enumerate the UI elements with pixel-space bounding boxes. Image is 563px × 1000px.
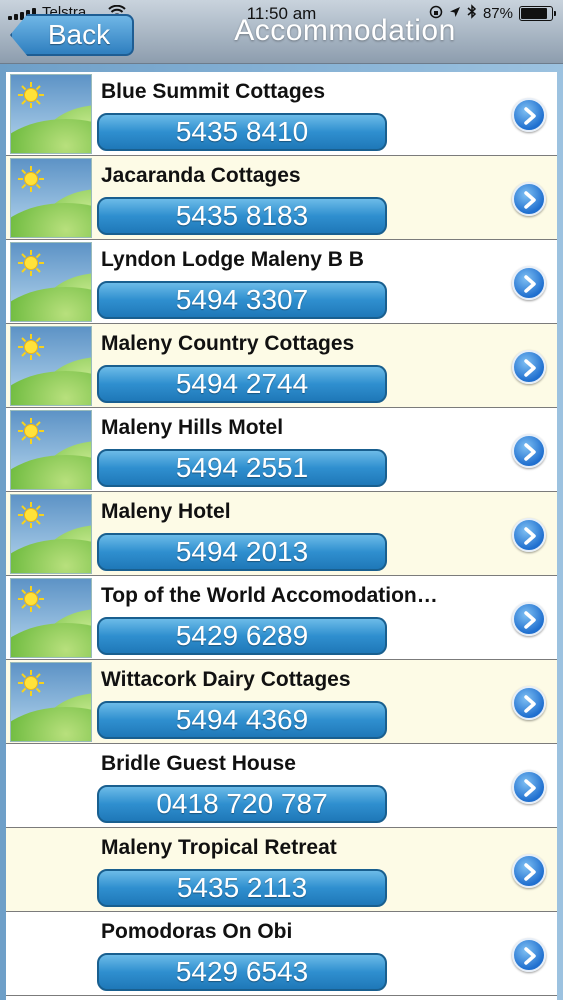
chevron-right-circle-icon[interactable]	[512, 350, 546, 384]
accommodation-name: Maleny Country Cottages	[101, 332, 355, 355]
phone-call-button[interactable]: 5429 6289	[97, 617, 387, 655]
landscape-placeholder-icon	[10, 494, 92, 574]
phone-call-button[interactable]: 5494 2551	[97, 449, 387, 487]
landscape-placeholder-icon	[10, 662, 92, 742]
chevron-right-circle-icon[interactable]	[512, 518, 546, 552]
chevron-right-circle-icon[interactable]	[512, 602, 546, 636]
accommodation-name: Maleny Hotel	[101, 500, 231, 523]
accommodation-name: Maleny Hills Motel	[101, 416, 284, 439]
phone-call-button[interactable]: 5494 4369	[97, 701, 387, 739]
phone-call-button[interactable]: 5494 2744	[97, 365, 387, 403]
phone-call-button[interactable]: 5435 8183	[97, 197, 387, 235]
list-item[interactable]: Maleny Hotel 5494 2013	[6, 492, 557, 576]
battery-level	[521, 8, 548, 19]
back-button[interactable]: Back	[10, 14, 134, 56]
list-item[interactable]: Lyndon Lodge Maleny B B 5494 3307	[6, 240, 557, 324]
chevron-right-circle-icon[interactable]	[512, 434, 546, 468]
phone-call-button[interactable]: 0418 720 787	[97, 785, 387, 823]
list-item[interactable]: Maleny Hills Motel 5494 2551	[6, 408, 557, 492]
landscape-placeholder-icon	[10, 578, 92, 658]
page-title: Accommodation	[234, 14, 456, 47]
chevron-right-circle-icon[interactable]	[512, 854, 546, 888]
landscape-placeholder-icon	[10, 410, 92, 490]
list-item[interactable]: Maleny Country Cottages 5494 2744	[6, 324, 557, 408]
list-item[interactable]: Top of the World Accomodation… 5429 6289	[6, 576, 557, 660]
accommodation-list[interactable]: Blue Summit Cottages 5435 8410 Jacaranda C…	[6, 72, 557, 1000]
chevron-right-circle-icon[interactable]	[512, 938, 546, 972]
landscape-placeholder-icon	[10, 74, 92, 154]
phone-call-button[interactable]: 5494 2013	[97, 533, 387, 571]
accommodation-name: Top of the World Accomodation…	[101, 584, 438, 607]
accommodation-name: Jacaranda Cottages	[101, 164, 301, 187]
phone-call-button[interactable]: 5435 8410	[97, 113, 387, 151]
chevron-right-circle-icon[interactable]	[512, 266, 546, 300]
phone-call-button[interactable]: 5435 2113	[97, 869, 387, 907]
phone-call-button[interactable]: 5494 3307	[97, 281, 387, 319]
accommodation-name: Maleny Tropical Retreat	[101, 836, 337, 859]
list-item[interactable]: Jacaranda Cottages 5435 8183	[6, 156, 557, 240]
accommodation-name: Pomodoras On Obi	[101, 920, 293, 943]
list-item[interactable]: Blue Summit Cottages 5435 8410	[6, 72, 557, 156]
accommodation-name: Wittacork Dairy Cottages	[101, 668, 351, 691]
list-item[interactable]: Wittacork Dairy Cottages 5494 4369	[6, 660, 557, 744]
chevron-right-circle-icon[interactable]	[512, 686, 546, 720]
landscape-placeholder-icon	[10, 158, 92, 238]
accommodation-name: Blue Summit Cottages	[101, 80, 326, 103]
chevron-right-circle-icon[interactable]	[512, 770, 546, 804]
landscape-placeholder-icon	[10, 242, 92, 322]
chevron-right-circle-icon[interactable]	[512, 98, 546, 132]
list-item[interactable]: Pomodoras On Obi 5429 6543	[6, 912, 557, 996]
accommodation-name: Bridle Guest House	[101, 752, 296, 775]
landscape-placeholder-icon	[10, 326, 92, 406]
accommodation-name: Lyndon Lodge Maleny B B	[101, 248, 364, 271]
list-item[interactable]: Bridle Guest House 0418 720 787	[6, 744, 557, 828]
battery-icon	[519, 6, 556, 21]
phone-call-button[interactable]: 5429 6543	[97, 953, 387, 991]
navigation-bar: Telstra 11:50 am 87% Back Accommodation	[0, 0, 563, 64]
chevron-right-circle-icon[interactable]	[512, 182, 546, 216]
list-item[interactable]: Maleny Tropical Retreat 5435 2113	[6, 828, 557, 912]
